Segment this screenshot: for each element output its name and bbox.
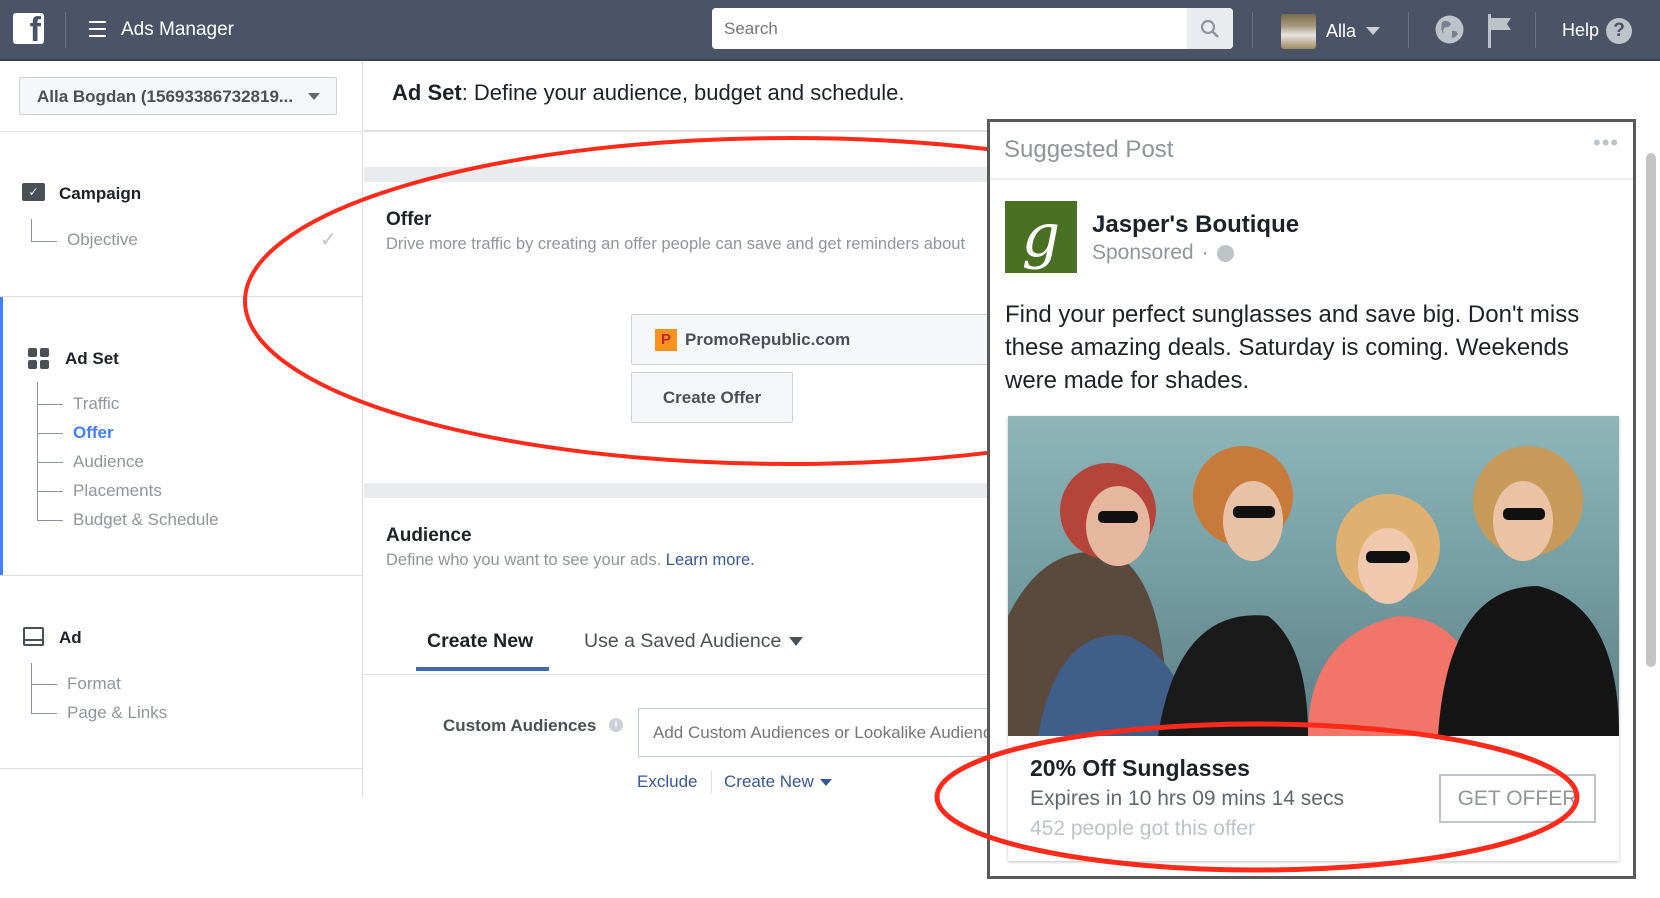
page-logo: g bbox=[1005, 201, 1077, 273]
ad-preview-card: Suggested Post ••• g Jasper's Boutique S… bbox=[987, 119, 1636, 879]
post-text: Find your perfect sunglasses and save bi… bbox=[1005, 301, 1580, 394]
offer-title: 20% Off Sunglasses bbox=[1030, 755, 1250, 781]
preview-header: Suggested Post bbox=[1004, 136, 1174, 163]
offer-claimed-count: 452 people got this offer bbox=[1030, 817, 1255, 840]
globe-icon bbox=[1216, 244, 1234, 262]
offer-expiry: Expires in 10 hrs 09 mins 14 secs bbox=[1030, 787, 1344, 810]
page-name[interactable]: Jasper's Boutique bbox=[1092, 211, 1299, 239]
get-offer-button[interactable]: GET OFFER bbox=[1439, 774, 1596, 823]
offer-image bbox=[1008, 416, 1619, 736]
offer-attachment[interactable]: 20% Off Sunglasses Expires in 10 hrs 09 … bbox=[1008, 416, 1619, 861]
more-options-icon[interactable]: ••• bbox=[1593, 130, 1619, 156]
sponsored-label: Sponsored · bbox=[1092, 241, 1234, 265]
